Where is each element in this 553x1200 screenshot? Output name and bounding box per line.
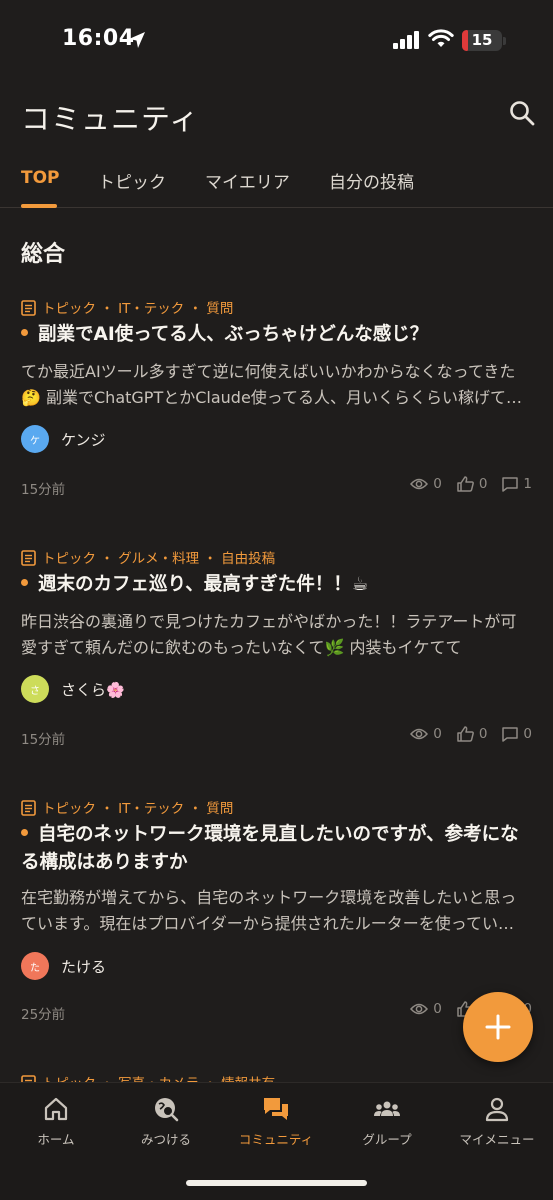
view-count: 0	[410, 1001, 442, 1017]
comment-count-value: 0	[523, 726, 532, 742]
view-count: 0	[410, 476, 442, 492]
nav-my-menu[interactable]: マイメニュー	[442, 1095, 552, 1148]
nav-home-label: ホーム	[37, 1132, 75, 1147]
author-name: さくら🌸	[61, 680, 125, 699]
post-author[interactable]: た たける	[21, 952, 106, 980]
post-title-text: 副業でAI使ってる人、ぶっちゃけどんな感じ？	[38, 324, 429, 345]
post-category: トピック ・ IT・テック ・ 質問	[21, 297, 233, 317]
like-count[interactable]: 0	[457, 726, 488, 742]
page-title: コミュニティ	[21, 102, 200, 136]
wifi-icon	[428, 29, 454, 47]
view-count-value: 0	[433, 476, 442, 492]
tab-my-area[interactable]: マイエリア	[205, 168, 290, 193]
home-icon	[44, 1097, 68, 1121]
tab-bar: TOP トピック マイエリア 自分の投稿	[0, 162, 553, 208]
tab-my-posts[interactable]: 自分の投稿	[329, 168, 414, 193]
location-arrow-icon	[129, 32, 145, 48]
tab-top[interactable]: TOP	[21, 168, 60, 188]
status-bar: 16:04 15	[0, 0, 553, 80]
post-title-text: 自宅のネットワーク環境を見直したいのですが、参考になる構成はありますか	[21, 824, 519, 873]
post-category-label: トピック ・ IT・テック ・ 質問	[42, 801, 234, 817]
comment-icon	[502, 476, 519, 492]
explore-icon	[155, 1098, 179, 1122]
post-category: トピック ・ IT・テック ・ 質問	[21, 797, 233, 817]
battery-percent: 15	[471, 31, 493, 49]
like-count[interactable]: 0	[457, 476, 488, 492]
status-time: 16:04	[62, 26, 135, 51]
screen: 16:04 15 コミュニティ TOP トピック マイエリア 自分の投稿 総合 …	[0, 0, 553, 1200]
post-category: トピック ・ グルメ・料理 ・ 自由投稿	[21, 547, 275, 567]
post-time: 15分前	[21, 482, 66, 498]
active-tab-indicator	[21, 204, 57, 208]
post-category-label: トピック ・ グルメ・料理 ・ 自由投稿	[42, 551, 276, 567]
post-stats: 0 0 0	[395, 726, 532, 742]
post-excerpt: 在宅勤務が増えてから、自宅のネットワーク環境を改善したいと思っています。現在はプ…	[21, 888, 517, 933]
post-card[interactable]: トピック ・ グルメ・料理 ・ 自由投稿 週末のカフェ巡り、最高すぎた件！！☕ …	[0, 547, 553, 797]
nav-community[interactable]: コミュニティ	[221, 1095, 331, 1148]
eye-icon	[410, 1003, 429, 1015]
title-bullet	[21, 329, 28, 336]
group-icon	[374, 1101, 400, 1116]
nav-group-label: グループ	[362, 1132, 412, 1147]
view-count: 0	[410, 726, 442, 742]
post-author[interactable]: さ さくら🌸	[21, 675, 125, 703]
post-stats: 0 0 1	[395, 476, 532, 492]
home-indicator	[186, 1180, 367, 1186]
author-name: たける	[61, 957, 107, 976]
nav-group[interactable]: グループ	[332, 1095, 442, 1148]
author-name: ケンジ	[61, 430, 106, 449]
post-card[interactable]: トピック ・ IT・テック ・ 質問 副業でAI使ってる人、ぶっちゃけどんな感じ…	[0, 297, 553, 547]
eye-icon	[410, 728, 429, 740]
eye-icon	[410, 478, 429, 490]
avatar: さ	[21, 675, 49, 703]
post-excerpt: てか最近AIツール多すぎて逆に何使えばいいかわからなくなってきた🤔 副業でCha…	[21, 362, 516, 407]
chat-bubbles-icon	[264, 1098, 288, 1120]
cellular-signal-icon	[393, 31, 419, 49]
nav-explore-label: みつける	[140, 1132, 191, 1147]
nav-my-menu-label: マイメニュー	[459, 1132, 535, 1147]
comment-count[interactable]: 0	[502, 726, 532, 742]
section-title: 総合	[21, 242, 66, 267]
nav-explore[interactable]: みつける	[111, 1095, 221, 1148]
title-bullet	[21, 579, 28, 586]
post-title[interactable]: 副業でAI使ってる人、ぶっちゃけどんな感じ？	[21, 321, 531, 349]
comment-count-value: 1	[523, 476, 532, 492]
post-title[interactable]: 週末のカフェ巡り、最高すぎた件！！☕	[21, 571, 531, 599]
post-excerpt: 昨日渋谷の裏通りで見つけたカフェがやばかった！！ラテアートが可愛すぎて頼んだのに…	[21, 612, 517, 657]
nav-home[interactable]: ホーム	[1, 1095, 111, 1148]
avatar: ケ	[21, 425, 49, 453]
post-author[interactable]: ケ ケンジ	[21, 425, 106, 453]
title-bullet	[21, 829, 28, 836]
view-count-value: 0	[433, 726, 442, 742]
tab-topic[interactable]: トピック	[98, 168, 166, 193]
person-icon	[485, 1097, 509, 1122]
new-post-button[interactable]	[463, 992, 533, 1062]
view-count-value: 0	[433, 1001, 442, 1017]
post-time: 15分前	[21, 732, 66, 748]
comment-count[interactable]: 1	[502, 476, 532, 492]
post-category-label: トピック ・ IT・テック ・ 質問	[42, 301, 234, 317]
battery-nub	[503, 37, 506, 45]
plus-icon	[485, 1014, 511, 1040]
thumbs-up-icon	[457, 726, 474, 742]
search-icon[interactable]	[509, 100, 535, 126]
like-count-value: 0	[478, 726, 488, 742]
nav-community-label: コミュニティ	[238, 1132, 314, 1147]
like-count-value: 0	[478, 476, 488, 492]
comment-icon	[502, 726, 519, 742]
thumbs-up-icon	[457, 476, 474, 492]
post-title[interactable]: 自宅のネットワーク環境を見直したいのですが、参考になる構成はありますか	[21, 821, 531, 877]
post-title-text: 週末のカフェ巡り、最高すぎた件！！☕	[38, 574, 369, 595]
avatar: た	[21, 952, 49, 980]
document-icon	[21, 550, 36, 566]
battery-indicator: 15	[462, 30, 502, 51]
document-icon	[21, 800, 36, 816]
post-time: 25分前	[21, 1007, 66, 1023]
document-icon	[21, 300, 36, 316]
